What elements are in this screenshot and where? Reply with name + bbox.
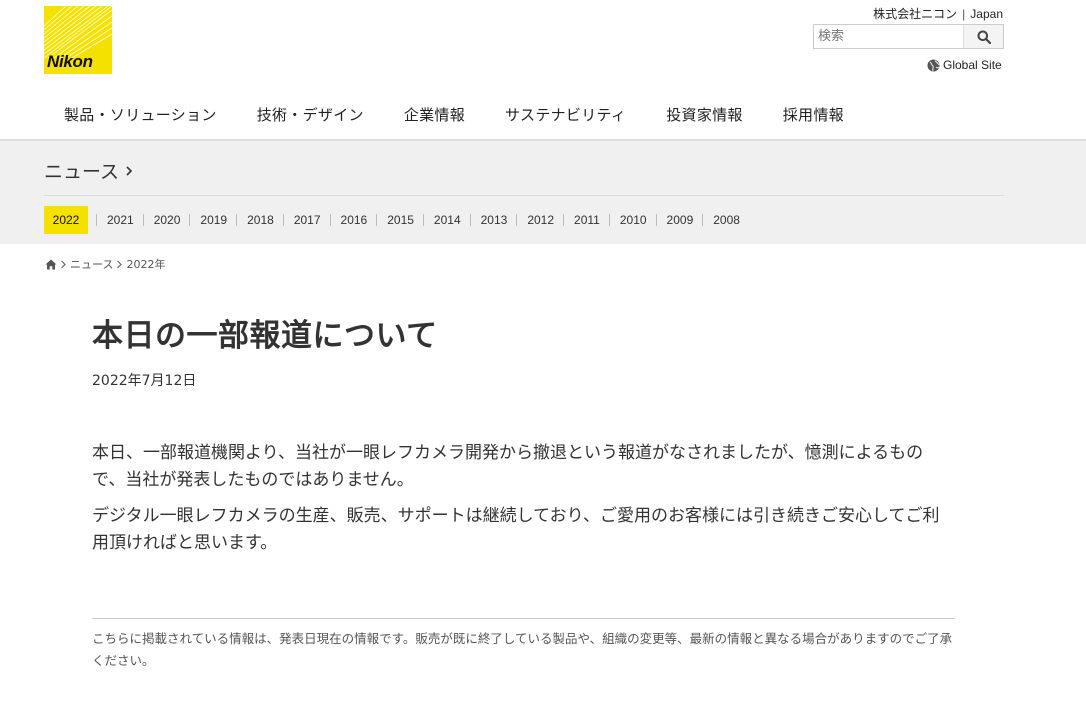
article-paragraph: デジタル一眼レフカメラの生産、販売、サポートは継続しており、ご愛用のお客様には引… [92, 506, 940, 553]
nav-item-corporate[interactable]: 企業情報 [384, 104, 485, 125]
note-divider [92, 618, 955, 619]
home-icon[interactable] [45, 259, 57, 270]
breadcrumb-item-news[interactable]: ニュース [70, 256, 113, 272]
year-tab-2015[interactable]: 2015 [377, 206, 423, 234]
nikon-logo[interactable]: Nikon [44, 6, 112, 74]
year-tab-2013[interactable]: 2013 [471, 206, 517, 234]
globe-icon [927, 59, 940, 71]
global-site-link[interactable]: Global Site [927, 58, 1002, 72]
year-tab-2014[interactable]: 2014 [424, 206, 470, 234]
year-tab-2021[interactable]: 2021 [97, 206, 143, 234]
year-tab-2011[interactable]: 2011 [564, 206, 609, 234]
search-icon [977, 30, 991, 44]
article-date: 2022年7月12日 [92, 373, 197, 389]
search-box [813, 24, 1004, 49]
year-filter: 2022 2021 2020 2019 2018 2017 2016 2015 … [44, 206, 749, 234]
nav-item-sustainability[interactable]: サステナビリティ [485, 104, 646, 125]
article-paragraph: 本日、一部報道機関より、当社が一眼レフカメラ開発から撤退という報道がなされました… [92, 443, 924, 490]
page-title: 本日の一部報道について [92, 318, 438, 354]
year-tab-2022[interactable]: 2022 [44, 206, 88, 234]
utility-links: 株式会社ニコン | Japan [873, 5, 1003, 22]
disclaimer-note: こちらに掲載されている情報は、発表日現在の情報です。販売が既に終了している製品や… [92, 631, 953, 668]
nav-item-careers[interactable]: 採用情報 [763, 104, 864, 125]
section-title-link[interactable]: ニュース [44, 157, 133, 184]
search-input[interactable] [814, 25, 964, 48]
section-band: ニュース 2022 2021 2020 2019 2018 2017 2016 … [0, 141, 1086, 244]
year-tab-2019[interactable]: 2019 [190, 206, 236, 234]
year-tab-2016[interactable]: 2016 [331, 206, 377, 234]
nav-item-products[interactable]: 製品・ソリューション [44, 104, 237, 125]
breadcrumb: ニュース 2022年 [45, 256, 165, 272]
chevron-right-icon [61, 260, 66, 268]
global-site-label: Global Site [943, 58, 1002, 72]
year-tab-2009[interactable]: 2009 [657, 206, 703, 234]
year-tab-2008[interactable]: 2008 [703, 206, 749, 234]
year-tab-2020[interactable]: 2020 [144, 206, 190, 234]
year-tab-2017[interactable]: 2017 [284, 206, 330, 234]
year-tab-2018[interactable]: 2018 [237, 206, 283, 234]
breadcrumb-item-current: 2022年 [126, 258, 166, 271]
year-tab-2010[interactable]: 2010 [610, 206, 656, 234]
chevron-right-icon [117, 260, 123, 268]
search-button[interactable] [963, 25, 1003, 48]
region-link[interactable]: Japan [970, 7, 1003, 21]
section-title: ニュース [44, 161, 120, 183]
global-nav: 製品・ソリューション 技術・デザイン 企業情報 サステナビリティ 投資家情報 採… [44, 104, 864, 125]
divider: | [962, 7, 966, 21]
nav-item-investors[interactable]: 投資家情報 [646, 104, 763, 125]
chevron-right-icon [126, 165, 133, 176]
nav-item-technology[interactable]: 技術・デザイン [237, 104, 384, 125]
company-link[interactable]: 株式会社ニコン [873, 7, 957, 21]
band-divider [44, 195, 1004, 196]
logo-wordmark: Nikon [47, 52, 93, 71]
year-tab-2012[interactable]: 2012 [517, 206, 563, 234]
